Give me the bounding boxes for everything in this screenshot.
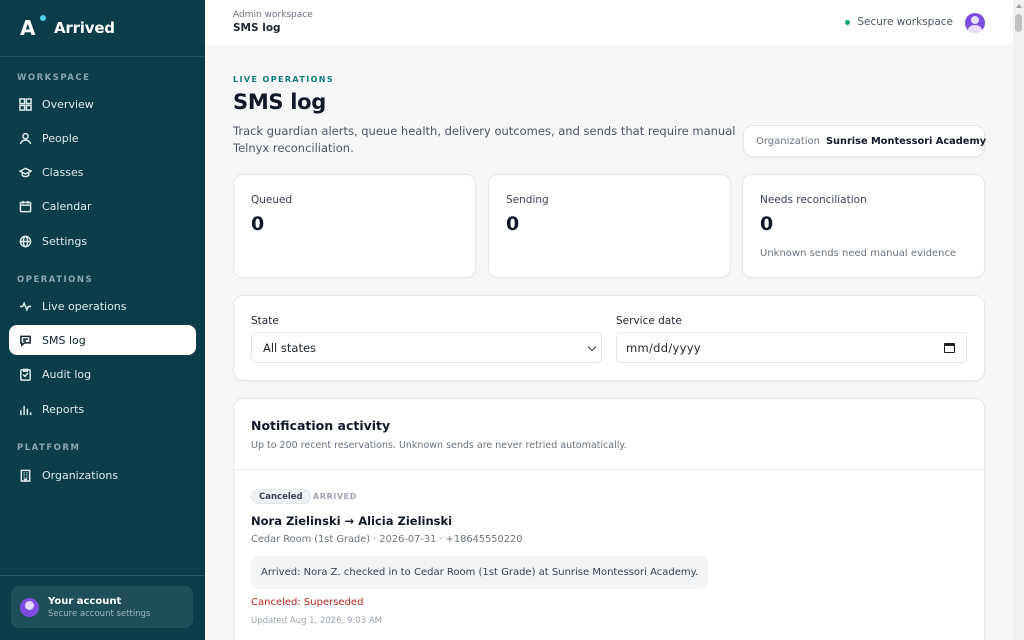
scroll-up-icon[interactable] bbox=[1016, 4, 1022, 8]
graduation-cap-icon bbox=[18, 165, 32, 179]
breadcrumb-current: SMS log bbox=[233, 22, 281, 34]
brand-name: Arrived bbox=[54, 19, 115, 37]
message-preview: Arrived: Nora Z. checked in to Cedar Roo… bbox=[251, 556, 709, 589]
activity-icon bbox=[18, 299, 32, 313]
status-badge: Canceled bbox=[251, 489, 311, 504]
section-workspace: WORKSPACE bbox=[17, 73, 91, 83]
organization-label: Organization bbox=[756, 135, 820, 147]
sidebar-item-label: SMS log bbox=[42, 333, 86, 347]
sidebar-item-sms-log[interactable]: SMS log bbox=[9, 325, 196, 355]
stat-card-queued: Queued 0 bbox=[233, 174, 476, 278]
building-icon bbox=[18, 468, 32, 482]
account-menu[interactable]: Your account Secure account settings bbox=[11, 586, 193, 628]
section-operations: OPERATIONS bbox=[17, 275, 94, 285]
event-state-tag: ARRIVED bbox=[313, 492, 357, 501]
delivery-status: Canceled: Superseded bbox=[251, 597, 364, 608]
section-platform: PLATFORM bbox=[17, 443, 81, 453]
sidebar-item-label: Organizations bbox=[42, 468, 119, 482]
status-dot-icon bbox=[845, 19, 851, 25]
notification-route: Nora Zielinski → Alicia Zielinski bbox=[251, 514, 453, 528]
secure-status-label: Secure workspace bbox=[857, 16, 953, 28]
state-select-value: All states bbox=[263, 340, 317, 355]
sidebar-item-label: Classes bbox=[42, 165, 84, 179]
page-eyebrow: LIVE OPERATIONS bbox=[233, 75, 335, 84]
bar-chart-icon bbox=[18, 402, 32, 416]
activity-divider bbox=[234, 469, 984, 470]
sidebar-item-classes[interactable]: Classes bbox=[9, 157, 196, 187]
sidebar-item-label: Overview bbox=[42, 97, 94, 111]
brand[interactable]: A Arrived bbox=[0, 0, 205, 57]
stat-label: Sending bbox=[506, 194, 549, 206]
stat-card-sending: Sending 0 bbox=[488, 174, 731, 278]
state-select[interactable]: All states bbox=[251, 332, 602, 363]
sidebar-item-live-operations[interactable]: Live operations bbox=[9, 291, 196, 321]
sidebar-item-calendar[interactable]: Calendar bbox=[9, 191, 196, 221]
grid-icon bbox=[18, 97, 32, 111]
sidebar: A Arrived WORKSPACE Overview People Clas… bbox=[0, 0, 205, 640]
stat-value: 0 bbox=[251, 213, 265, 235]
filters-card: State All states Service date mm/dd/yyyy bbox=[233, 295, 985, 381]
scroll-thumb[interactable] bbox=[1015, 14, 1022, 32]
account-subtitle: Secure account settings bbox=[48, 608, 151, 619]
stat-card-needs-reconciliation: Needs reconciliation 0 Unknown sends nee… bbox=[742, 174, 985, 278]
organization-value: Sunrise Montessori Academy bbox=[825, 135, 987, 147]
breadcrumb-parent: Admin workspace bbox=[233, 10, 313, 20]
sidebar-item-reports[interactable]: Reports bbox=[9, 394, 196, 424]
message-text: Arrived: Nora Z. checked in to Cedar Roo… bbox=[261, 567, 699, 578]
sidebar-item-label: People bbox=[42, 131, 79, 145]
sidebar-item-label: Settings bbox=[42, 234, 88, 248]
chevron-down-icon bbox=[587, 342, 597, 352]
service-date-label: Service date bbox=[616, 315, 682, 327]
clipboard-icon bbox=[18, 367, 32, 381]
sidebar-item-audit-log[interactable]: Audit log bbox=[9, 359, 196, 389]
sidebar-item-overview[interactable]: Overview bbox=[9, 89, 196, 119]
sidebar-item-label: Live operations bbox=[42, 299, 127, 313]
notification-activity-card: Notification activity Up to 200 recent r… bbox=[233, 398, 985, 640]
topbar: Admin workspace SMS log Secure workspace bbox=[205, 0, 1013, 45]
stat-value: 0 bbox=[506, 213, 520, 235]
activity-subtitle: Up to 200 recent reservations. Unknown s… bbox=[251, 440, 627, 451]
arrived-logo-icon: A bbox=[20, 15, 46, 39]
updated-timestamp: Updated Aug 1, 2026, 9:03 AM bbox=[251, 616, 382, 626]
page-title: SMS log bbox=[233, 90, 327, 114]
organization-selector[interactable]: Organization Sunrise Montessori Academy bbox=[743, 125, 987, 157]
sidebar-divider bbox=[0, 575, 205, 576]
notification-meta: Cedar Room (1st Grade) · 2026-07-31 · +1… bbox=[251, 534, 523, 545]
calendar-picker-icon[interactable] bbox=[944, 343, 955, 353]
avatar bbox=[20, 597, 39, 617]
sidebar-item-organizations[interactable]: Organizations bbox=[9, 460, 196, 490]
account-title: Your account bbox=[48, 595, 122, 607]
stat-value: 0 bbox=[760, 213, 774, 235]
stat-label: Needs reconciliation bbox=[760, 194, 867, 206]
sidebar-item-settings[interactable]: Settings bbox=[9, 226, 196, 256]
scrollbar[interactable] bbox=[1013, 0, 1024, 640]
service-date-input[interactable]: mm/dd/yyyy bbox=[616, 332, 967, 363]
globe-gear-icon bbox=[18, 234, 32, 248]
page-description: Track guardian alerts, queue health, del… bbox=[233, 124, 736, 155]
state-filter-label: State bbox=[251, 315, 279, 327]
calendar-icon bbox=[18, 199, 32, 213]
activity-title: Notification activity bbox=[251, 418, 391, 433]
user-avatar[interactable] bbox=[965, 13, 985, 33]
sidebar-item-people[interactable]: People bbox=[9, 123, 196, 153]
message-icon bbox=[18, 333, 32, 347]
secure-status: Secure workspace bbox=[845, 16, 953, 28]
sidebar-item-label: Audit log bbox=[42, 367, 92, 381]
sidebar-item-label: Reports bbox=[42, 402, 85, 416]
person-icon bbox=[18, 131, 32, 145]
stat-label: Queued bbox=[251, 194, 293, 206]
service-date-placeholder: mm/dd/yyyy bbox=[626, 340, 701, 355]
sidebar-item-label: Calendar bbox=[42, 199, 92, 213]
stat-note: Unknown sends need manual evidence bbox=[760, 248, 957, 259]
